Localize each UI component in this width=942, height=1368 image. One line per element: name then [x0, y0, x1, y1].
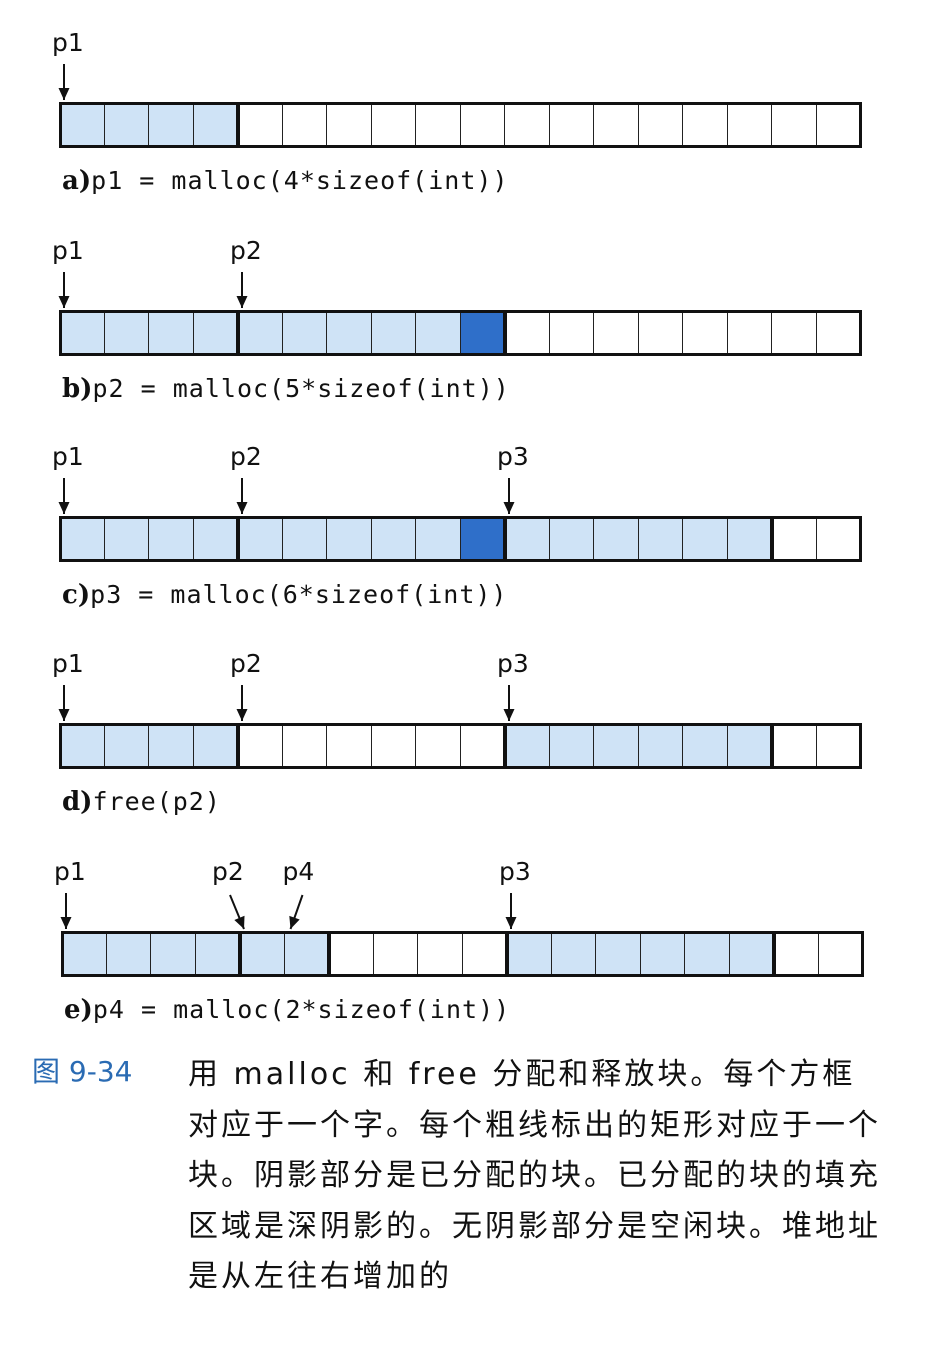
- heap-block: [61, 931, 241, 977]
- heap-panel-e: p1 p2 p4 p3 e)p4 = malloc(2*sizeof(int)): [0, 845, 942, 1045]
- panel-code: p2 = malloc(5*sizeof(int)): [92, 374, 510, 403]
- pointer-label: p2: [230, 236, 262, 265]
- heap-block: [771, 723, 862, 769]
- heap-block: [771, 516, 862, 562]
- heap-panel-d: p1 p2 p3 d)free(p2): [0, 637, 942, 837]
- panel-caption: b)p2 = malloc(5*sizeof(int)): [62, 372, 510, 406]
- pointer-p3: p3: [0, 845, 531, 929]
- pointer-label: p3: [497, 649, 529, 678]
- heap-strip: [59, 102, 862, 148]
- heap-block: [237, 516, 506, 562]
- panel-code: free(p2): [92, 787, 221, 816]
- panel-tag: d): [62, 787, 93, 817]
- panel-tag: c): [62, 580, 91, 610]
- heap-block: [328, 931, 508, 977]
- panel-code: p3 = malloc(6*sizeof(int)): [90, 580, 508, 609]
- heap-block: [773, 931, 864, 977]
- pointer-label: p2: [230, 442, 262, 471]
- panel-caption: c)p3 = malloc(6*sizeof(int)): [62, 578, 507, 612]
- panel-tag: a): [62, 166, 92, 196]
- heap-block: [237, 310, 506, 356]
- heap-strip: [61, 931, 864, 977]
- pointer-arrow: [503, 478, 515, 514]
- pointer-arrow: [503, 685, 515, 721]
- heap-block: [237, 102, 862, 148]
- heap-strip: [59, 310, 862, 356]
- pointer-arrow: [58, 64, 70, 100]
- heap-block: [59, 723, 239, 769]
- pointer-p1: p1: [0, 16, 84, 100]
- pointer-p2: p2: [0, 224, 262, 308]
- pointer-label: p1: [52, 28, 84, 57]
- figure-caption-text: 用 malloc 和 free 分配和释放块。每个方框对应于一个字。每个粗线标出…: [188, 1057, 881, 1294]
- heap-block: [59, 310, 239, 356]
- pointer-p3: p3: [0, 637, 529, 721]
- panel-code: p1 = malloc(4*sizeof(int)): [91, 166, 509, 195]
- pointer-label: p2: [230, 649, 262, 678]
- panel-caption: d)free(p2): [62, 785, 221, 819]
- heap-block: [506, 931, 775, 977]
- pointer-arrow: [236, 272, 248, 308]
- panel-caption: a)p1 = malloc(4*sizeof(int)): [62, 164, 509, 198]
- pointer-label: p2: [212, 857, 244, 886]
- heap-strip: [59, 723, 862, 769]
- heap-panel-c: p1 p2 p3 c)p3 = malloc(6*sizeof(int)): [0, 430, 942, 630]
- panel-caption: e)p4 = malloc(2*sizeof(int)): [64, 993, 510, 1027]
- pointer-arrow: [505, 893, 517, 929]
- heap-block: [59, 102, 239, 148]
- heap-panel-b: p1 p2 b)p2 = malloc(5*sizeof(int)): [0, 224, 942, 424]
- pointer-label: p4: [282, 857, 315, 886]
- figure-number: 图 9-34: [32, 1055, 133, 1088]
- pointer-p3: p3: [0, 430, 529, 514]
- pointer-label: p3: [497, 442, 529, 471]
- heap-block: [504, 310, 862, 356]
- heap-strip: [59, 516, 862, 562]
- heap-block: [59, 516, 239, 562]
- panel-code: p4 = malloc(2*sizeof(int)): [92, 995, 511, 1024]
- panel-tag: b): [62, 374, 93, 404]
- heap-block: [237, 723, 506, 769]
- heap-block: [504, 516, 773, 562]
- heap-block: [239, 931, 330, 977]
- heap-panel-a: p1 a)p1 = malloc(4*sizeof(int)): [0, 16, 942, 216]
- panel-tag: e): [64, 995, 93, 1025]
- pointer-label: p3: [499, 857, 531, 886]
- heap-block: [504, 723, 773, 769]
